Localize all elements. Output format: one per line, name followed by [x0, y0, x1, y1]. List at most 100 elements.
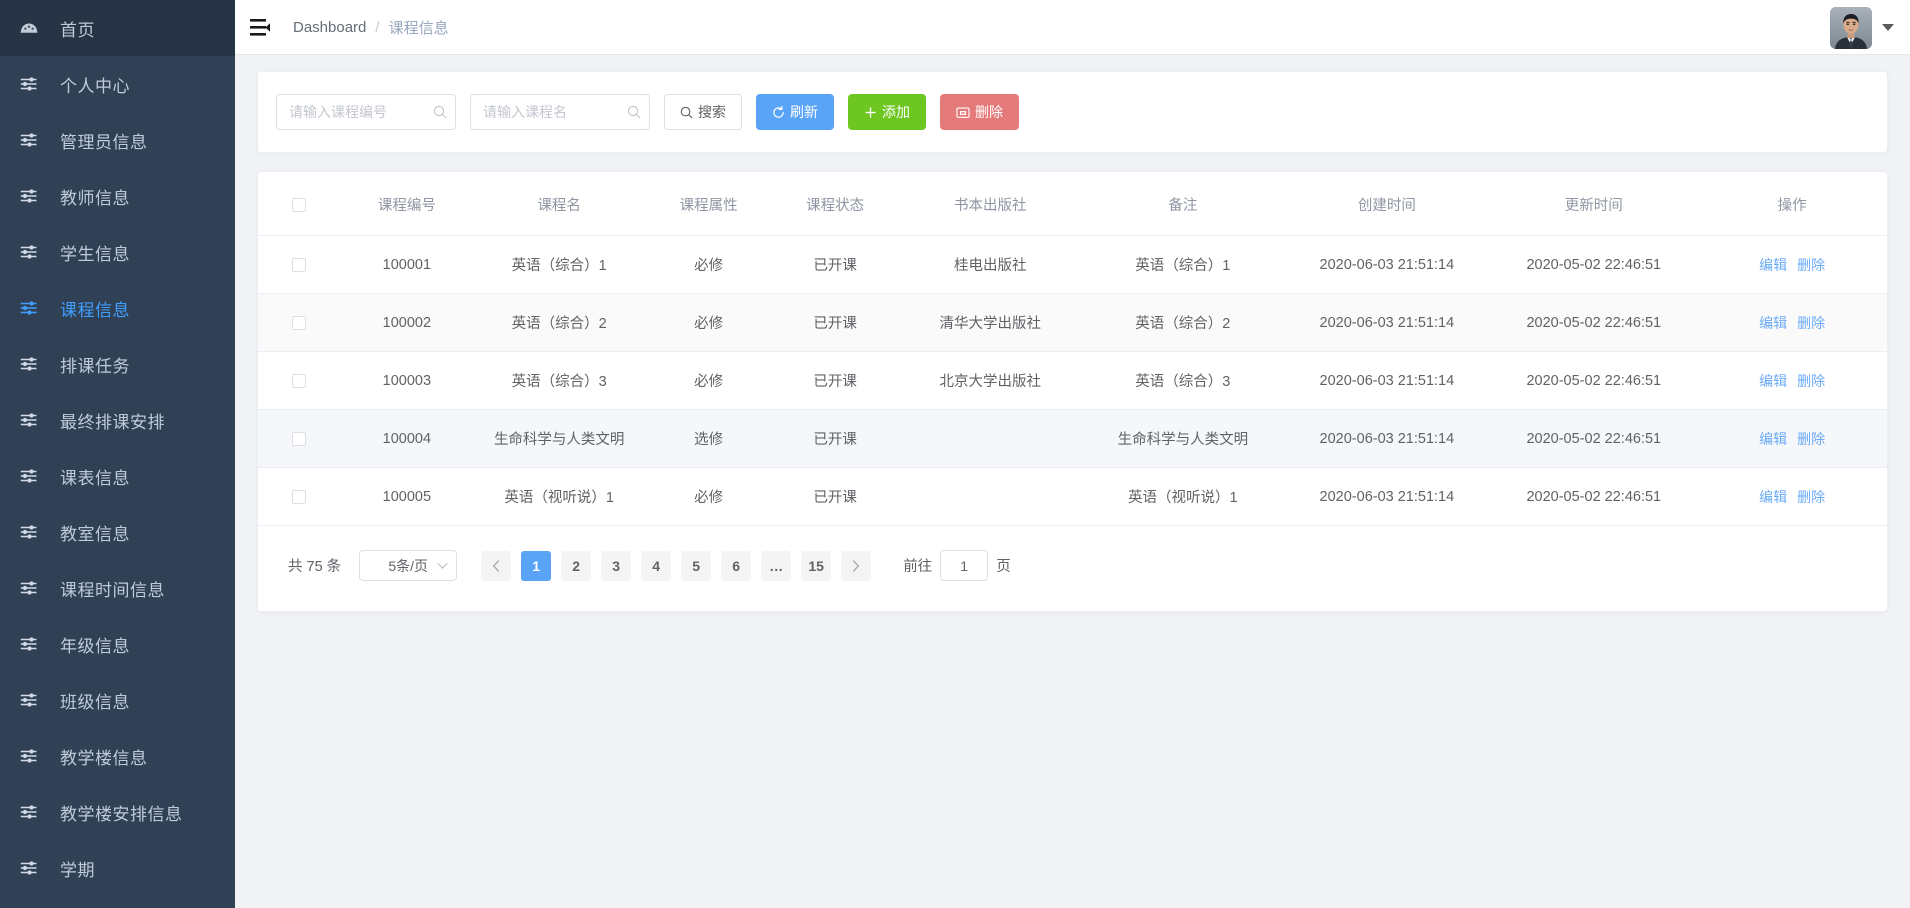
- sliders-icon: [20, 410, 46, 430]
- caret-down-icon[interactable]: [1882, 24, 1894, 31]
- cell-note: 生命科学与人类文明: [1082, 410, 1283, 468]
- sidebar-item-label: 首页: [60, 16, 95, 41]
- cell-note: 英语（综合）1: [1082, 236, 1283, 294]
- hamburger-fold-icon[interactable]: [249, 16, 271, 38]
- sliders-icon: [20, 634, 46, 654]
- cell-course-name: 英语（视听说）1: [473, 468, 645, 526]
- pagination-page-6[interactable]: 6: [721, 551, 751, 581]
- cell-created-at: 2020-06-03 21:51:14: [1283, 352, 1490, 410]
- delete-button[interactable]: 删除: [940, 94, 1019, 130]
- table-row[interactable]: 100002英语（综合）2必修已开课清华大学出版社英语（综合）22020-06-…: [258, 294, 1887, 352]
- course-no-input[interactable]: [276, 94, 456, 130]
- add-button[interactable]: 添加: [848, 94, 926, 130]
- cell-publisher: 清华大学出版社: [898, 294, 1082, 352]
- sidebar-item-label: 教室信息: [60, 520, 130, 545]
- sidebar-item-13[interactable]: 教学楼信息: [0, 728, 235, 784]
- edit-link[interactable]: 编辑: [1759, 373, 1787, 389]
- breadcrumb-dashboard[interactable]: Dashboard: [293, 19, 366, 36]
- course-no-field: [276, 94, 456, 130]
- pagination-page-15[interactable]: 15: [801, 551, 831, 581]
- user-menu[interactable]: [1830, 0, 1894, 55]
- sidebar-item-label: 年级信息: [60, 632, 130, 657]
- table-row[interactable]: 100003英语（综合）3必修已开课北京大学出版社英语（综合）32020-06-…: [258, 352, 1887, 410]
- sidebar-item-5[interactable]: 课程信息: [0, 280, 235, 336]
- delete-link[interactable]: 删除: [1797, 431, 1825, 447]
- cell-updated-at: 2020-05-02 22:46:51: [1490, 294, 1697, 352]
- sidebar-item-9[interactable]: 教室信息: [0, 504, 235, 560]
- edit-link[interactable]: 编辑: [1759, 315, 1787, 331]
- jump-prefix-label: 前往: [903, 555, 932, 576]
- page-size-select[interactable]: 5条/页: [359, 550, 457, 581]
- sidebar-item-3[interactable]: 教师信息: [0, 168, 235, 224]
- sidebar-item-label: 班级信息: [60, 688, 130, 713]
- cell-course-status: 已开课: [772, 468, 898, 526]
- table-row[interactable]: 100005英语（视听说）1必修已开课英语（视听说）12020-06-03 21…: [258, 468, 1887, 526]
- delete-link[interactable]: 删除: [1797, 373, 1825, 389]
- row-checkbox[interactable]: [292, 432, 306, 446]
- sidebar-item-0[interactable]: 首页: [0, 0, 235, 56]
- row-checkbox[interactable]: [292, 374, 306, 388]
- course-name-field: [470, 94, 650, 130]
- col-course-attr: 课程属性: [645, 172, 771, 236]
- table-row[interactable]: 100001英语（综合）1必修已开课桂电出版社英语（综合）12020-06-03…: [258, 236, 1887, 294]
- select-all-checkbox[interactable]: [292, 198, 306, 212]
- course-table: 课程编号 课程名 课程属性 课程状态 书本出版社 备注 创建时间 更新时间 操作…: [258, 172, 1887, 526]
- table-body: 100001英语（综合）1必修已开课桂电出版社英语（综合）12020-06-03…: [258, 236, 1887, 526]
- pagination-ellipsis[interactable]: …: [761, 551, 791, 581]
- sidebar-item-label: 教学楼信息: [60, 744, 148, 769]
- sidebar-item-7[interactable]: 最终排课安排: [0, 392, 235, 448]
- cell-created-at: 2020-06-03 21:51:14: [1283, 236, 1490, 294]
- delete-link[interactable]: 删除: [1797, 315, 1825, 331]
- cell-course-status: 已开课: [772, 410, 898, 468]
- pagination: 共 75 条 5条/页 123456…1: [258, 526, 1887, 611]
- pagination-page-2[interactable]: 2: [561, 551, 591, 581]
- jump-page-input[interactable]: [940, 550, 988, 581]
- pagination-page-1[interactable]: 1: [521, 551, 551, 581]
- refresh-button[interactable]: 刷新: [756, 94, 834, 130]
- sidebar-item-1[interactable]: 个人中心: [0, 56, 235, 112]
- sidebar-item-label: 学生信息: [60, 240, 130, 265]
- sidebar-item-label: 学期: [60, 856, 95, 881]
- page-size-label: 5条/页: [388, 556, 428, 576]
- sidebar-item-8[interactable]: 课表信息: [0, 448, 235, 504]
- sliders-icon: [20, 522, 46, 542]
- delete-link[interactable]: 删除: [1797, 257, 1825, 273]
- course-name-input[interactable]: [470, 94, 650, 130]
- sliders-icon: [20, 74, 46, 94]
- sidebar-item-11[interactable]: 年级信息: [0, 616, 235, 672]
- cell-course-status: 已开课: [772, 352, 898, 410]
- pagination-page-5[interactable]: 5: [681, 551, 711, 581]
- edit-link[interactable]: 编辑: [1759, 257, 1787, 273]
- delete-button-label: 删除: [975, 102, 1003, 122]
- pagination-next[interactable]: [841, 551, 871, 581]
- sidebar-item-label: 排课任务: [60, 352, 130, 377]
- pagination-page-3[interactable]: 3: [601, 551, 631, 581]
- sidebar-item-4[interactable]: 学生信息: [0, 224, 235, 280]
- row-checkbox[interactable]: [292, 490, 306, 504]
- row-checkbox[interactable]: [292, 316, 306, 330]
- sidebar-item-14[interactable]: 教学楼安排信息: [0, 784, 235, 840]
- edit-link[interactable]: 编辑: [1759, 489, 1787, 505]
- sidebar-item-2[interactable]: 管理员信息: [0, 112, 235, 168]
- sidebar-item-12[interactable]: 班级信息: [0, 672, 235, 728]
- row-select-cell: [258, 236, 341, 294]
- cell-actions: 编辑删除: [1697, 294, 1887, 352]
- row-checkbox[interactable]: [292, 258, 306, 272]
- avatar[interactable]: [1830, 7, 1872, 49]
- table-row[interactable]: 100004生命科学与人类文明选修已开课生命科学与人类文明2020-06-03 …: [258, 410, 1887, 468]
- edit-link[interactable]: 编辑: [1759, 431, 1787, 447]
- pagination-prev[interactable]: [481, 551, 511, 581]
- sliders-icon: [20, 858, 46, 878]
- cell-course-no: 100004: [341, 410, 473, 468]
- sidebar-item-label: 教师信息: [60, 184, 130, 209]
- sidebar-item-6[interactable]: 排课任务: [0, 336, 235, 392]
- cell-actions: 编辑删除: [1697, 410, 1887, 468]
- sidebar-item-10[interactable]: 课程时间信息: [0, 560, 235, 616]
- app-root: 首页个人中心管理员信息教师信息学生信息课程信息排课任务最终排课安排课表信息教室信…: [0, 0, 1910, 908]
- cell-publisher: 北京大学出版社: [898, 352, 1082, 410]
- cell-course-name: 英语（综合）2: [473, 294, 645, 352]
- pagination-page-4[interactable]: 4: [641, 551, 671, 581]
- sidebar-item-15[interactable]: 学期: [0, 840, 235, 896]
- search-button[interactable]: 搜索: [664, 94, 742, 130]
- delete-link[interactable]: 删除: [1797, 489, 1825, 505]
